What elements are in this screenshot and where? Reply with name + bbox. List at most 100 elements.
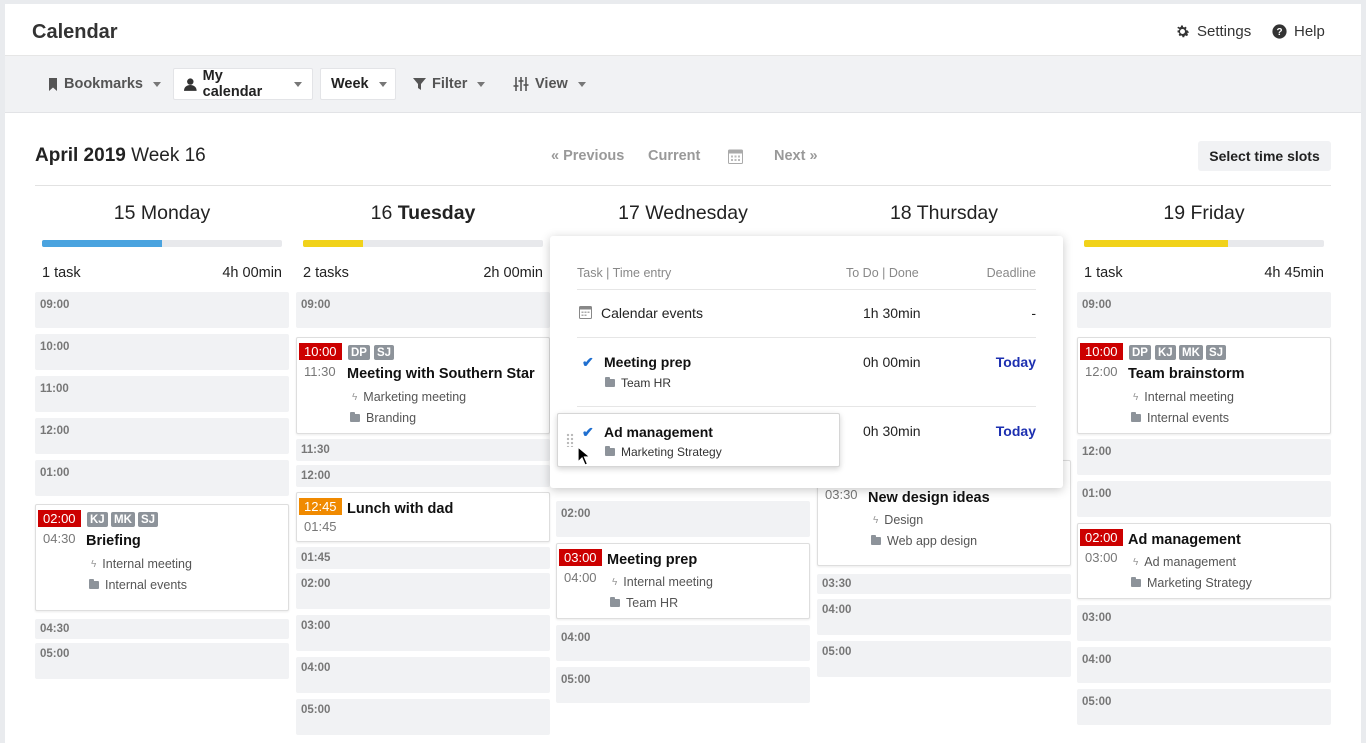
folder-icon	[89, 579, 99, 589]
top-bar: Calendar Settings ? Help	[5, 4, 1361, 56]
end-time: 03:00	[1085, 550, 1118, 565]
attendee-initials: DP	[348, 345, 370, 360]
event-project: Marketing Strategy	[1131, 576, 1252, 590]
progress-fill	[42, 240, 162, 247]
event-card-briefing[interactable]: 02:00 KJ MK SJ 04:30 Briefing ϟ Internal …	[35, 504, 289, 611]
drag-handle-icon[interactable]	[566, 433, 574, 447]
time-slot[interactable]: 09:00	[35, 292, 289, 328]
time-slot[interactable]: 05:00	[35, 643, 289, 679]
bolt-icon: ϟ	[352, 391, 358, 403]
time-slot[interactable]: 03:00	[1077, 605, 1331, 641]
time-slot[interactable]: 01:00	[1077, 481, 1331, 517]
time-slot[interactable]: 05:00	[296, 699, 550, 735]
filter-dropdown[interactable]: Filter	[403, 68, 495, 100]
task-count: 1 task	[42, 265, 81, 281]
day-header: 17 Wednesday	[556, 202, 810, 225]
slot-time: 01:45	[301, 552, 331, 564]
week-number: Week 16	[131, 145, 206, 166]
bolt-icon: ϟ	[612, 576, 618, 588]
event-title: Meeting with Southern Star	[347, 366, 535, 382]
time-slot[interactable]: 12:00	[296, 465, 550, 487]
view-dropdown[interactable]: View	[503, 68, 596, 100]
settings-button[interactable]: Settings	[1174, 23, 1251, 40]
week-dropdown[interactable]: Week	[320, 68, 396, 100]
time-slot[interactable]: 10:00	[35, 334, 289, 370]
start-time-badge: 02:00	[38, 510, 81, 527]
slot-time: 03:00	[1082, 612, 1112, 624]
start-time-badge: 10:00	[299, 343, 342, 360]
previous-link[interactable]: « Previous	[551, 148, 624, 164]
slot-time: 04:00	[301, 662, 331, 674]
time-slot[interactable]: 01:00	[35, 460, 289, 496]
attendee-initials: SJ	[374, 345, 395, 360]
day-progress-bar	[42, 240, 282, 247]
time-slot[interactable]: 01:45	[296, 547, 550, 569]
my-calendar-dropdown[interactable]: My calendar	[173, 68, 313, 100]
event-project: Branding	[350, 411, 416, 425]
time-slot[interactable]: 02:00	[556, 501, 810, 537]
event-card-team-brainstorm[interactable]: 10:00 DP KJ MK SJ 12:00 Team brainstorm …	[1077, 337, 1331, 434]
folder-icon	[605, 446, 615, 456]
time-slot[interactable]: 11:00	[35, 376, 289, 412]
next-link[interactable]: Next »	[774, 148, 818, 164]
time-slot[interactable]: 04:30	[35, 619, 289, 639]
sliders-icon	[513, 77, 529, 91]
time-slot[interactable]: 03:00	[296, 615, 550, 651]
event-activity: ϟ Marketing meeting	[352, 390, 466, 404]
check-icon[interactable]: ✔	[582, 424, 594, 441]
divider	[577, 406, 1036, 407]
dragged-task-row[interactable]: ✔ Ad management Marketing Strategy	[557, 413, 840, 467]
select-time-slots-button[interactable]: Select time slots	[1198, 141, 1331, 171]
task-deadline: Today	[995, 354, 1036, 370]
time-slot[interactable]: 02:00	[296, 573, 550, 609]
day-name: Thursday	[916, 202, 999, 224]
time-slot[interactable]: 04:00	[556, 625, 810, 661]
start-time-badge: 03:00	[559, 549, 602, 566]
calendar-events-deadline: -	[1031, 305, 1036, 321]
time-slot[interactable]: 11:30	[296, 439, 550, 461]
current-link[interactable]: Current	[648, 148, 700, 164]
project-label: Marketing Strategy	[621, 445, 722, 459]
task-count: 2 tasks	[303, 265, 349, 281]
time-slot[interactable]: 03:30	[817, 574, 1071, 594]
event-card-ad-management[interactable]: 02:00 03:00 Ad management ϟ Ad management…	[1077, 523, 1331, 599]
time-slot[interactable]: 04:00	[296, 657, 550, 693]
task-title[interactable]: Meeting prep	[604, 354, 691, 370]
day-name: Tuesday	[397, 202, 476, 224]
event-card-meeting-prep[interactable]: 03:00 04:00 Meeting prep ϟ Internal meeti…	[556, 543, 810, 619]
day-name: Monday	[140, 202, 211, 224]
help-button[interactable]: ? Help	[1271, 23, 1325, 40]
time-slot[interactable]: 09:00	[296, 292, 550, 328]
calendar-events-label: Calendar events	[601, 305, 703, 321]
time-slot[interactable]: 12:00	[1077, 439, 1331, 475]
toolbar: Bookmarks My calendar Week Filter View	[5, 56, 1361, 113]
chevron-down-icon	[294, 81, 302, 87]
bolt-icon: ϟ	[873, 514, 879, 526]
project-label: Branding	[366, 411, 417, 425]
folder-icon	[871, 535, 881, 545]
time-slot[interactable]: 12:00	[35, 418, 289, 454]
my-calendar-label: My calendar	[202, 68, 263, 100]
activity-label: Internal meeting	[623, 575, 713, 589]
time-slot[interactable]: 05:00	[1077, 689, 1331, 725]
time-slot[interactable]: 05:00	[817, 641, 1071, 677]
bookmarks-dropdown[interactable]: Bookmarks	[38, 68, 171, 100]
time-slot[interactable]: 04:00	[817, 599, 1071, 635]
event-card-meeting-with-southern-star[interactable]: 10:00 DP SJ 11:30 Meeting with Southern …	[296, 337, 550, 434]
slot-time: 09:00	[40, 299, 70, 311]
slot-time: 05:00	[822, 646, 852, 658]
day-number: 16	[370, 202, 393, 224]
day-progress-bar	[1084, 240, 1324, 247]
day-header: 19 Friday	[1077, 202, 1331, 225]
time-slot[interactable]: 09:00	[1077, 292, 1331, 328]
end-time: 12:00	[1085, 364, 1118, 379]
event-card-lunch-with-dad[interactable]: 12:45 01:45 Lunch with dad	[296, 492, 550, 542]
bolt-icon: ϟ	[1133, 556, 1139, 568]
filter-label: Filter	[432, 76, 468, 92]
time-slot[interactable]: 04:00	[1077, 647, 1331, 683]
task-time: 0h 30min	[863, 423, 921, 439]
time-slot[interactable]: 05:00	[556, 667, 810, 703]
calendar-picker-icon[interactable]	[728, 148, 743, 164]
event-activity: ϟ Design	[873, 513, 923, 527]
check-icon[interactable]: ✔	[582, 354, 594, 371]
